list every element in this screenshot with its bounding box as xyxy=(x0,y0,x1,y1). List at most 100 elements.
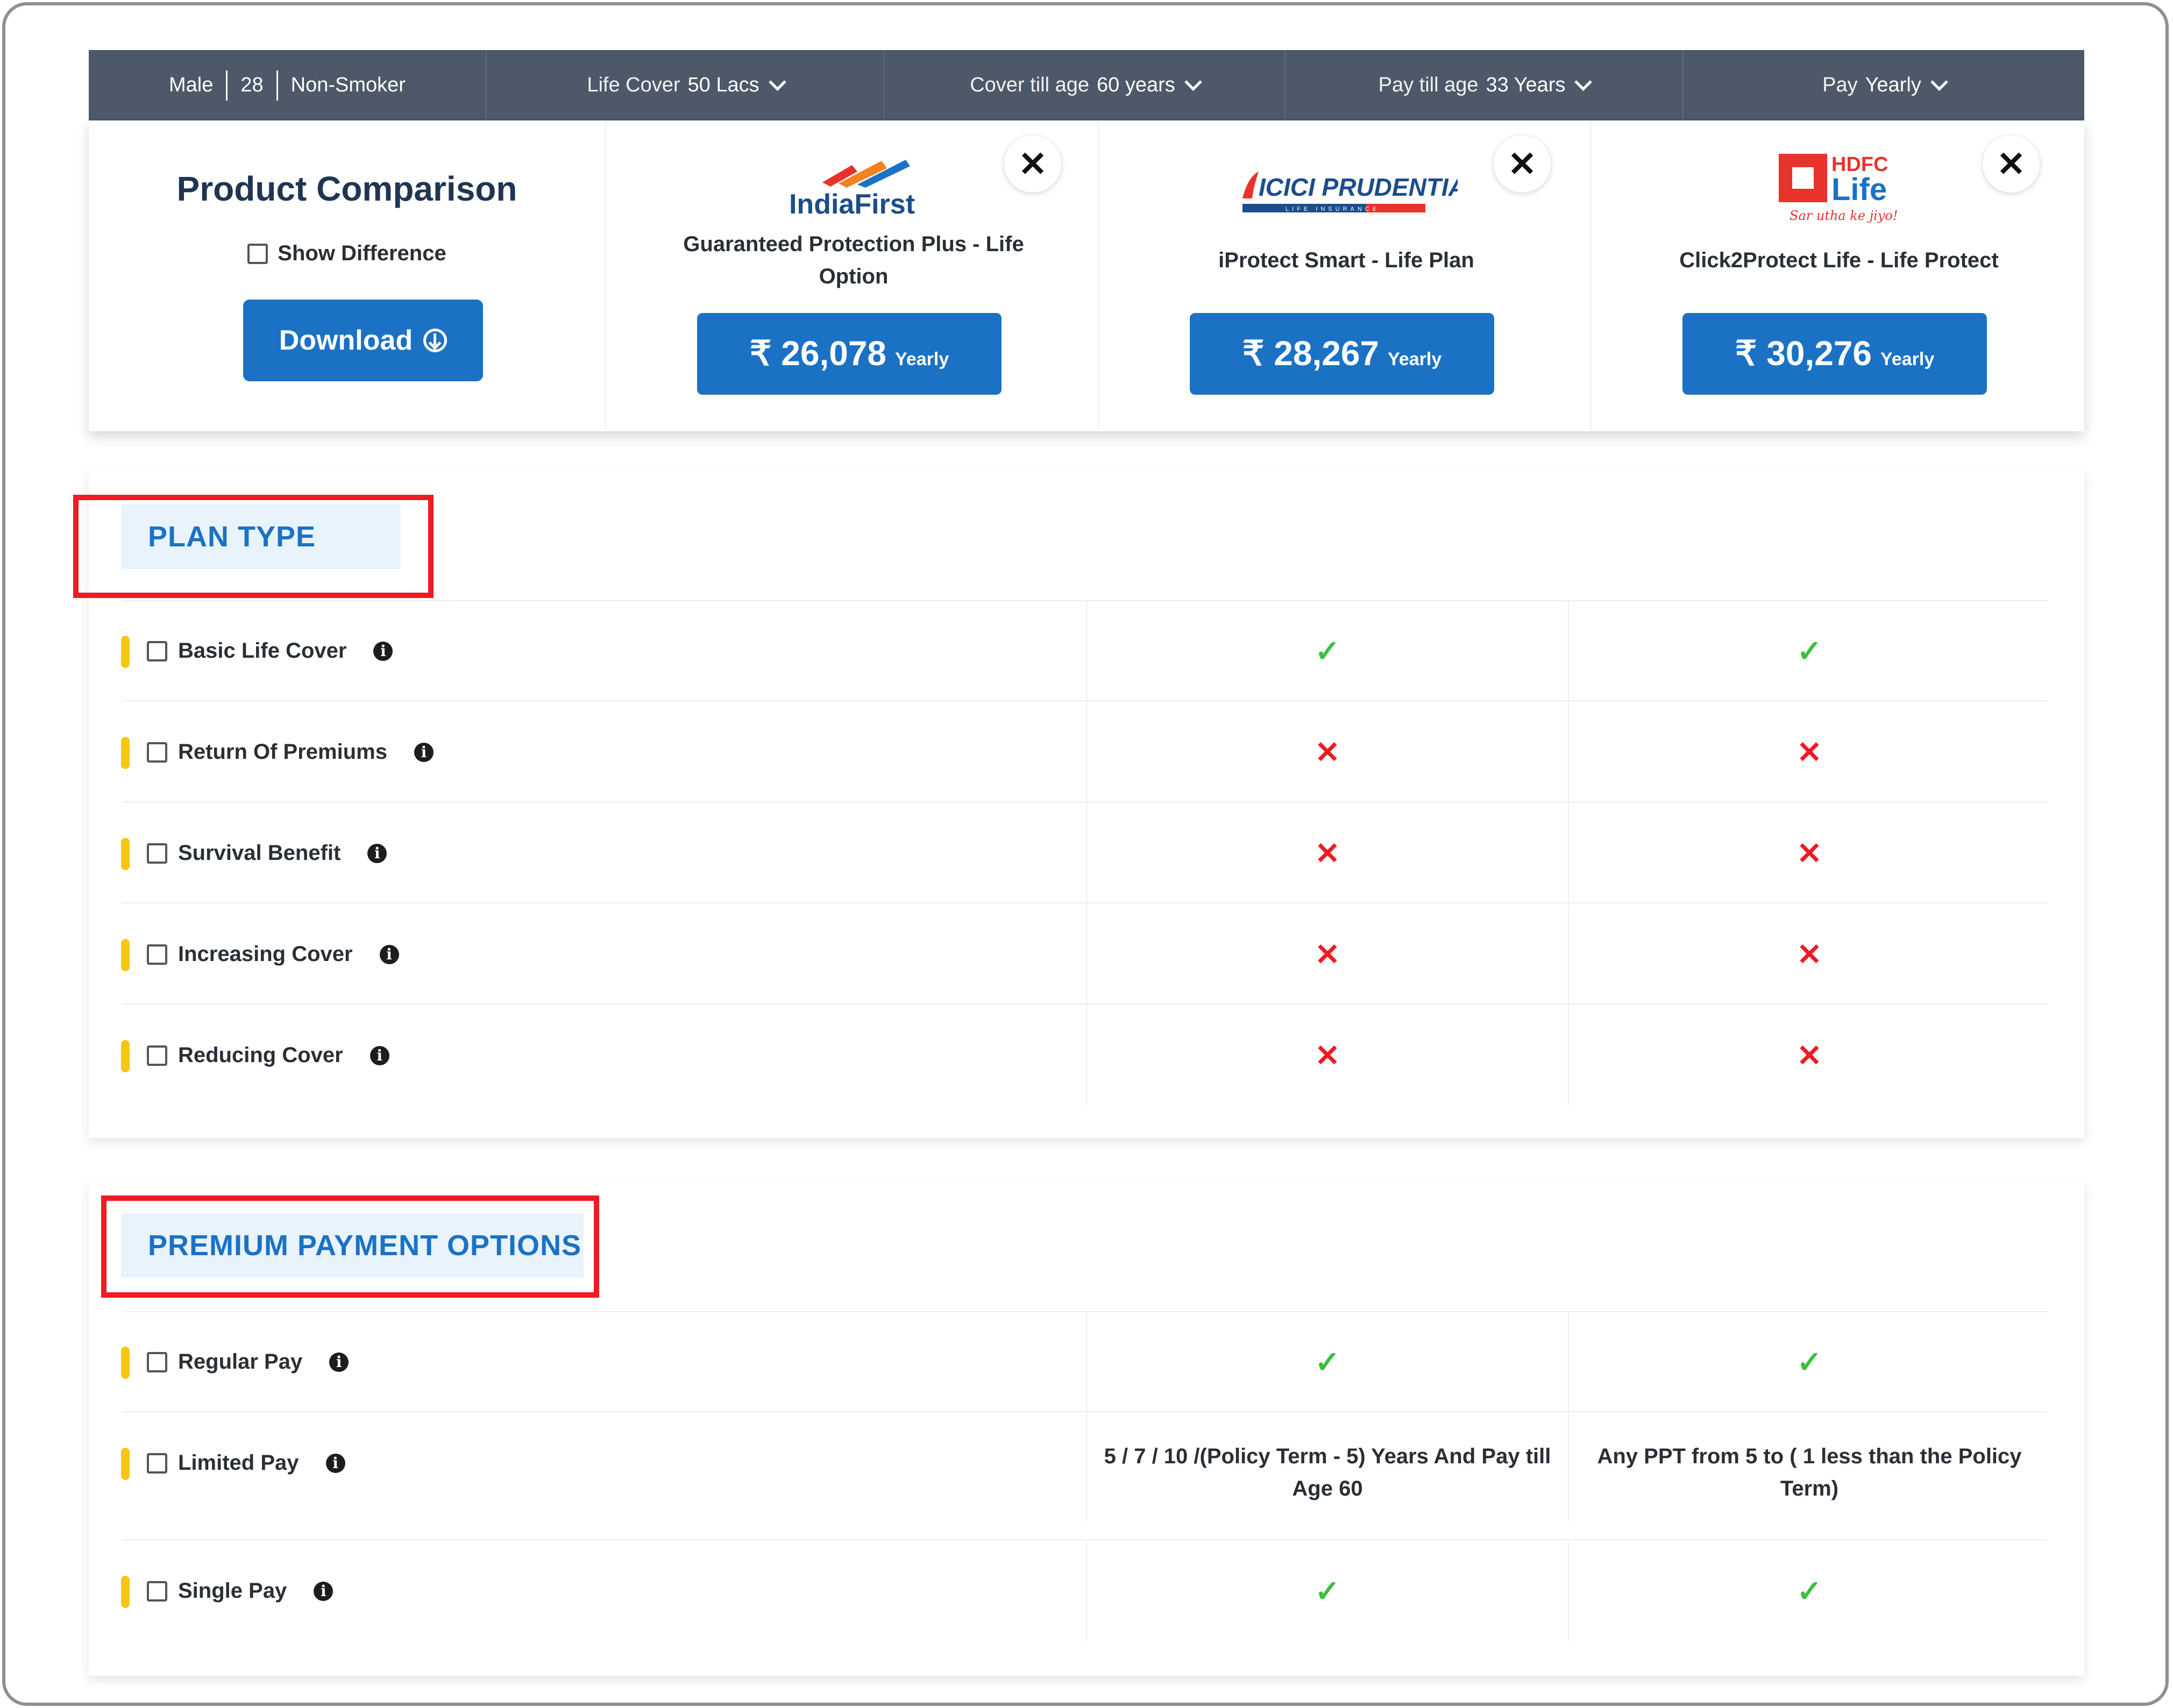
remove-plan-button[interactable]: ✕ xyxy=(1983,136,2040,193)
divider xyxy=(122,700,2048,701)
age-value: 28 xyxy=(240,74,264,96)
show-difference-label: Show Difference xyxy=(278,241,446,265)
info-icon[interactable]: i xyxy=(414,742,434,762)
feature-name: Survival Benefit xyxy=(178,841,341,865)
premium-amount: ₹ 30,276 xyxy=(1735,334,1872,373)
chevron-down-icon xyxy=(1930,73,1948,91)
remove-plan-button[interactable]: ✕ xyxy=(1004,136,1061,193)
feature-name: Basic Life Cover xyxy=(178,639,347,663)
feature-row: Survival Benefit i ✕ ✕ xyxy=(89,803,2084,903)
plan-card-indiafirst: IndiaFirst ✕ Guaranteed Protection Plus … xyxy=(606,120,1099,431)
cross-icon: ✕ xyxy=(1568,702,2050,802)
info-icon[interactable]: i xyxy=(314,1581,333,1601)
cover-till-label: Cover till age xyxy=(970,74,1089,96)
row-marker xyxy=(121,1576,130,1608)
pay-till-label: Pay till age xyxy=(1378,74,1479,96)
pay-label: Pay xyxy=(1822,74,1858,96)
row-marker xyxy=(121,737,130,769)
feature-row: Basic Life Cover i ✓ ✓ xyxy=(89,601,2084,701)
feature-name: Limited Pay xyxy=(178,1451,299,1475)
feature-name: Reducing Cover xyxy=(178,1043,343,1067)
chevron-down-icon xyxy=(768,73,786,91)
close-icon: ✕ xyxy=(1997,145,2026,183)
plan-value-text: Any PPT from 5 to ( 1 less than the Poli… xyxy=(1568,1413,2050,1521)
feature-checkbox[interactable] xyxy=(147,843,167,864)
info-icon[interactable]: i xyxy=(373,641,393,661)
separator xyxy=(226,70,228,101)
comparison-intro: Product Comparison Show Difference Downl… xyxy=(89,120,606,431)
info-icon[interactable]: i xyxy=(329,1352,349,1372)
cross-icon: ✕ xyxy=(1086,803,1568,903)
info-icon[interactable]: i xyxy=(325,1453,345,1473)
plan-name: Click2Protect Life - Life Protect xyxy=(1679,248,1999,272)
plan-value-text: 5 / 7 / 10 /(Policy Term - 5) Years And … xyxy=(1086,1413,1568,1521)
feature-checkbox[interactable] xyxy=(147,1045,167,1066)
divider xyxy=(122,1004,2048,1005)
row-marker xyxy=(121,1347,130,1379)
premium-frequency: Yearly xyxy=(1388,349,1442,369)
buy-price-button[interactable]: ₹ 26,078 Yearly xyxy=(697,313,1002,395)
feature-row: Increasing Cover i ✕ ✕ xyxy=(89,905,2084,1005)
divider xyxy=(122,801,2048,802)
premium-amount: ₹ 28,267 xyxy=(1242,334,1380,373)
premium-frequency: Yearly xyxy=(1880,349,1935,369)
row-marker xyxy=(121,838,130,870)
row-marker xyxy=(121,1040,130,1072)
buy-price-button[interactable]: ₹ 30,276 Yearly xyxy=(1682,313,1987,395)
row-marker xyxy=(121,636,130,668)
download-button[interactable]: Download xyxy=(243,300,483,381)
check-icon: ✓ xyxy=(1086,1312,1568,1412)
filter-bar: Male 28 Non-Smoker Life Cover 50 Lacs Co… xyxy=(89,50,2084,120)
download-icon xyxy=(423,329,448,352)
feature-name: Regular Pay xyxy=(178,1350,303,1373)
life-cover-dropdown[interactable]: Life Cover 50 Lacs xyxy=(487,50,885,120)
feature-checkbox[interactable] xyxy=(147,944,167,965)
divider xyxy=(122,1411,2048,1412)
info-icon[interactable]: i xyxy=(379,944,399,964)
life-cover-label: Life Cover xyxy=(587,74,680,96)
buy-price-button[interactable]: ₹ 28,267 Yearly xyxy=(1190,313,1494,395)
life-cover-value: 50 Lacs xyxy=(687,74,759,96)
feature-checkbox[interactable] xyxy=(147,1581,167,1602)
pay-till-value: 33 Years xyxy=(1486,74,1566,96)
feature-name: Single Pay xyxy=(178,1579,287,1603)
feature-row: Return Of Premiums i ✕ ✕ xyxy=(89,702,2084,802)
chevron-down-icon xyxy=(1184,73,1202,91)
cross-icon: ✕ xyxy=(1086,1006,1568,1106)
pay-frequency-dropdown[interactable]: Pay Yearly xyxy=(1684,50,2084,120)
svg-text:ICICI PRUDENTIAL: ICICI PRUDENTIAL xyxy=(1259,173,1458,201)
separator xyxy=(276,70,278,101)
close-icon: ✕ xyxy=(1018,145,1047,183)
pay-till-dropdown[interactable]: Pay till age 33 Years xyxy=(1286,50,1684,120)
page-title: Product Comparison xyxy=(176,169,517,208)
show-difference-checkbox[interactable] xyxy=(247,243,268,264)
feature-checkbox[interactable] xyxy=(147,1453,167,1474)
feature-label: Regular Pay i xyxy=(147,1350,349,1374)
plan-card-hdfc: HDFC Life Sar utha ke jiyo! ✕ Click2Prot… xyxy=(1592,120,2084,431)
feature-name: Increasing Cover xyxy=(178,942,353,966)
feature-label: Increasing Cover i xyxy=(147,942,399,966)
feature-checkbox[interactable] xyxy=(147,1351,167,1372)
check-icon: ✓ xyxy=(1086,1541,1568,1641)
smoker-value: Non-Smoker xyxy=(290,74,406,96)
feature-checkbox[interactable] xyxy=(147,640,167,661)
show-difference-toggle[interactable]: Show Difference xyxy=(89,241,605,266)
check-icon: ✓ xyxy=(1568,601,2050,701)
check-icon: ✓ xyxy=(1086,601,1568,701)
feature-label: Single Pay i xyxy=(147,1579,333,1603)
info-icon[interactable]: i xyxy=(370,1045,389,1065)
profile-filter[interactable]: Male 28 Non-Smoker xyxy=(89,50,487,120)
svg-text:Sar utha ke jiyo!: Sar utha ke jiyo! xyxy=(1789,208,1898,223)
row-marker xyxy=(121,1448,130,1480)
cross-icon: ✕ xyxy=(1568,803,2050,903)
close-icon: ✕ xyxy=(1508,145,1537,183)
feature-checkbox[interactable] xyxy=(147,742,167,763)
remove-plan-button[interactable]: ✕ xyxy=(1494,136,1551,193)
plan-name: iProtect Smart - Life Plan xyxy=(1218,248,1474,272)
cover-till-dropdown[interactable]: Cover till age 60 years xyxy=(885,50,1286,120)
product-comparison-header: Product Comparison Show Difference Downl… xyxy=(89,120,2084,431)
download-label: Download xyxy=(279,325,413,356)
cover-till-value: 60 years xyxy=(1097,74,1175,96)
info-icon[interactable]: i xyxy=(367,843,387,863)
feature-label: Limited Pay i xyxy=(147,1451,345,1475)
